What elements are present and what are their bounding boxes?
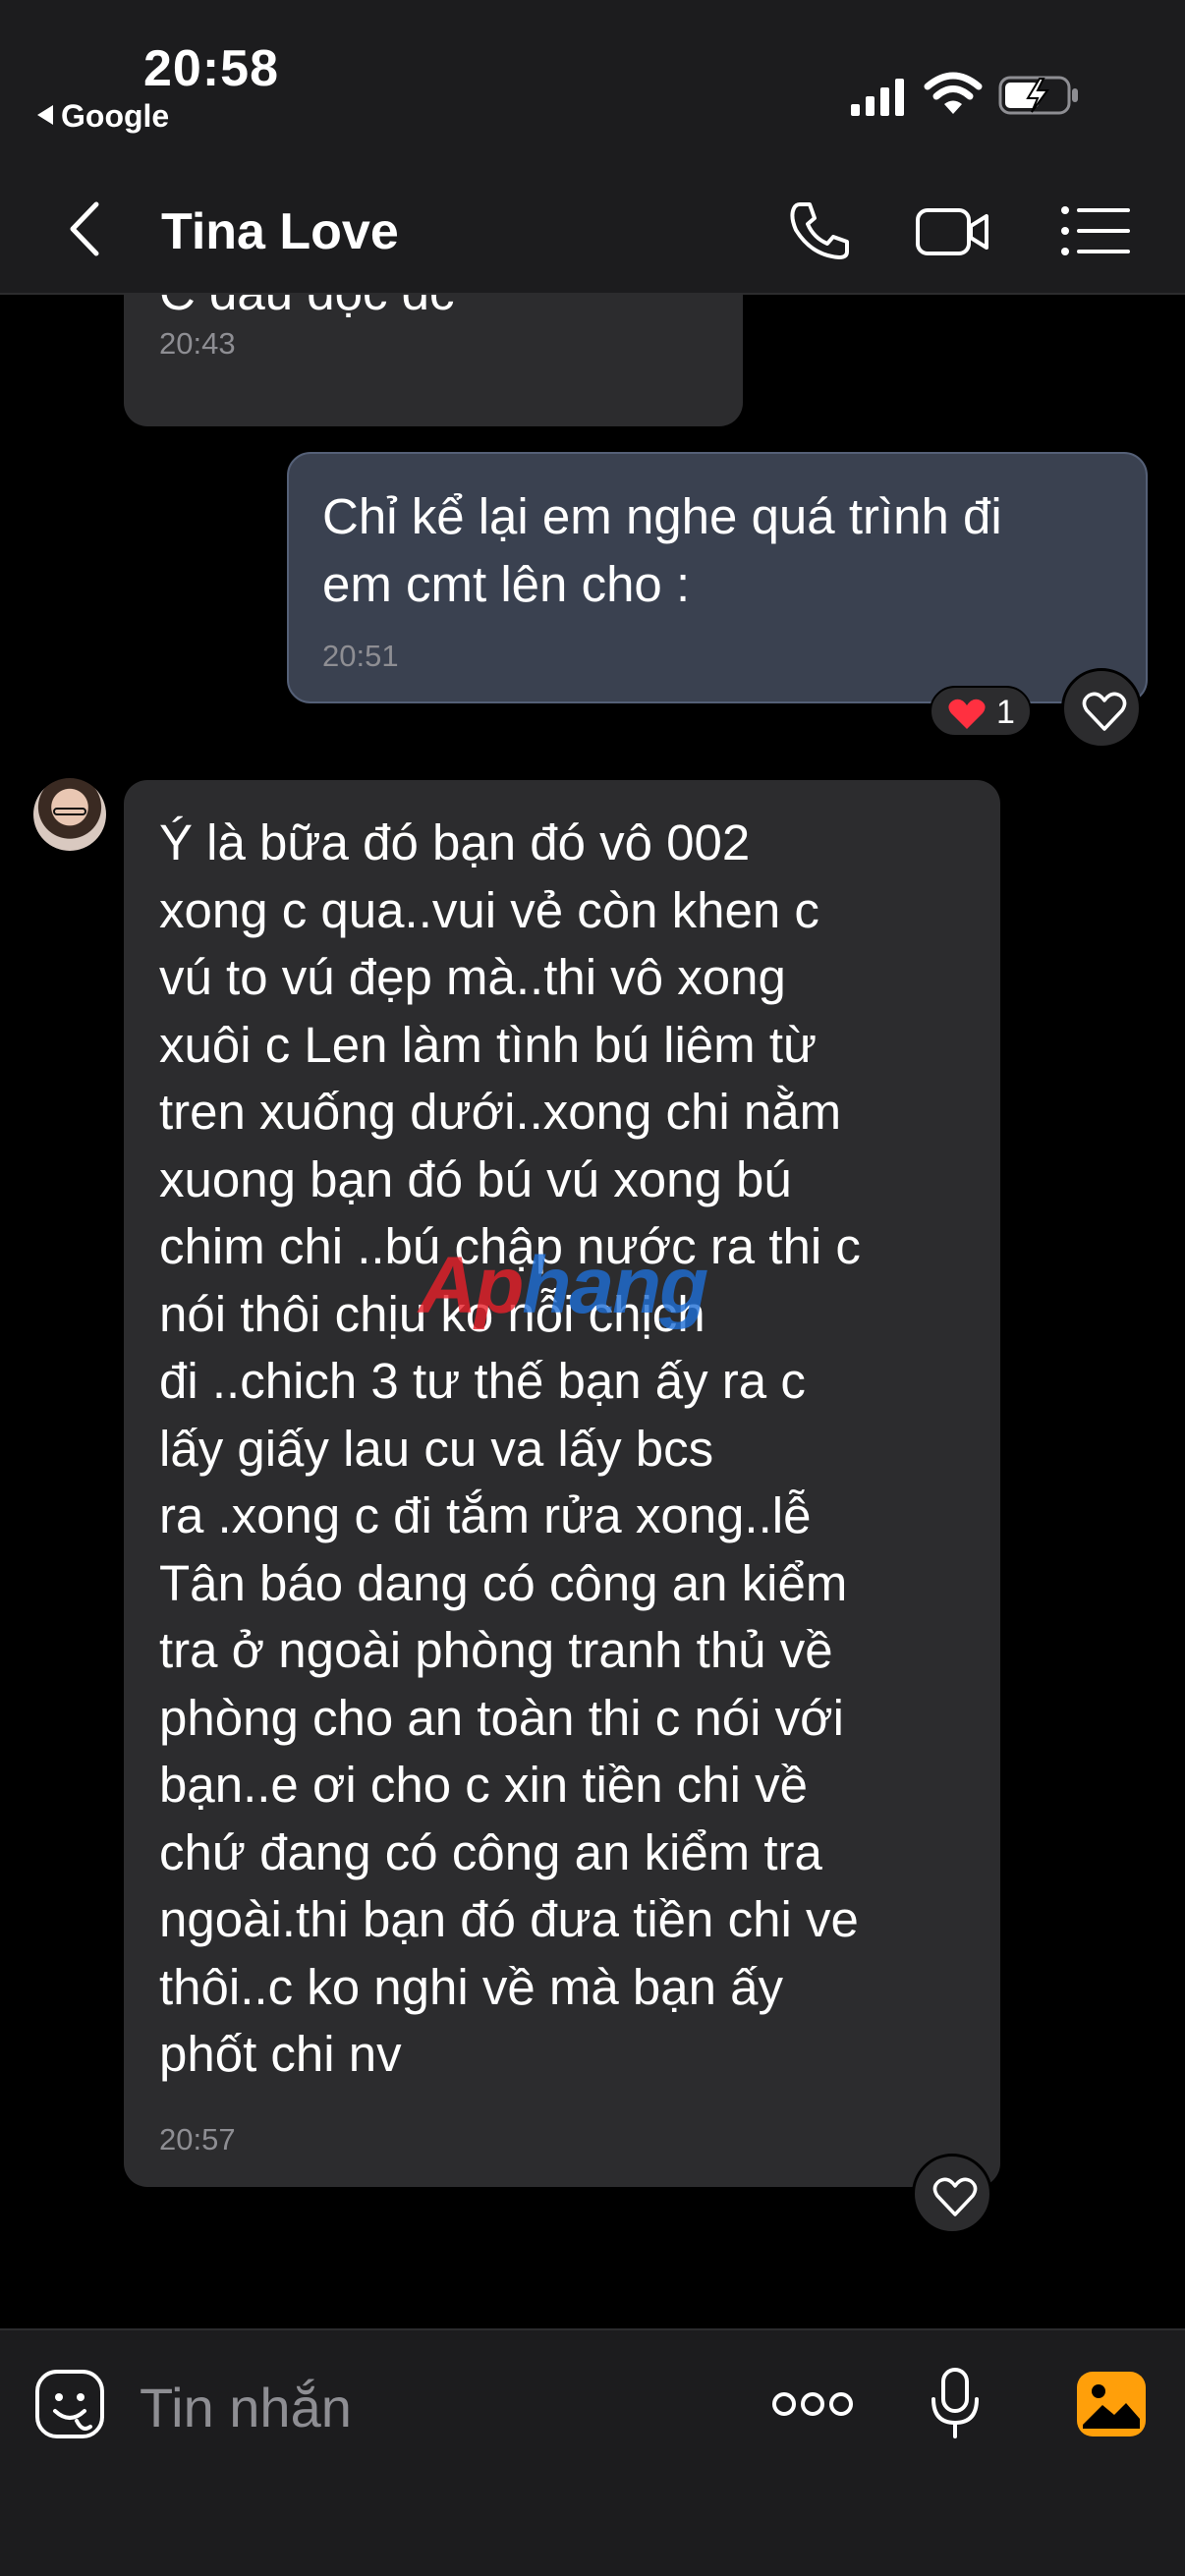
avatar-glasses <box>53 808 86 815</box>
reaction-count: 1 <box>996 694 1015 731</box>
message-time: 20:57 <box>159 2122 236 2156</box>
battery-charging-icon <box>998 76 1078 115</box>
watermark-logo: Aphang <box>419 1241 708 1330</box>
message-text: C dau dộc dc <box>159 295 455 327</box>
back-triangle-icon <box>37 105 53 125</box>
react-button[interactable] <box>1061 668 1142 749</box>
back-to-app-link[interactable]: Google <box>37 98 169 135</box>
message-list[interactable]: C dau dộc dc 20:43 Chỉ kể lại em nghe qu… <box>0 295 1185 2328</box>
heart-reaction-icon <box>948 699 986 729</box>
status-time: 20:58 <box>143 40 279 97</box>
contact-name[interactable]: Tina Love <box>161 202 399 261</box>
chat-header: Tina Love <box>0 167 1185 295</box>
composer-bar: Tin nhắn <box>0 2328 1185 2576</box>
back-app-label: Google <box>61 98 170 134</box>
message-time: 20:43 <box>159 326 236 361</box>
message-input[interactable]: Tin nhắn <box>140 2376 352 2439</box>
message-time: 20:51 <box>322 639 399 673</box>
video-call-icon[interactable] <box>914 196 992 265</box>
image-gallery-icon[interactable] <box>1075 2370 1148 2438</box>
sticker-icon[interactable] <box>33 2368 106 2440</box>
phone-call-icon[interactable] <box>782 196 861 265</box>
microphone-icon[interactable] <box>930 2366 981 2440</box>
message-text: Chỉ kể lại em nghe quá trình đi em cmt l… <box>322 488 1002 612</box>
contact-avatar[interactable] <box>33 778 106 851</box>
more-options-icon[interactable] <box>770 2378 855 2431</box>
message-text: Ý là bữa đó bạn đó vô 002 xong c qua..vu… <box>159 814 861 2082</box>
back-chevron-icon[interactable] <box>63 196 106 261</box>
reaction-badge[interactable]: 1 <box>930 686 1032 737</box>
incoming-message[interactable]: Ý là bữa đó bạn đó vô 002 xong c qua..vu… <box>124 780 1000 2187</box>
status-bar: 20:58 Google <box>0 0 1185 167</box>
incoming-message[interactable]: C dau dộc dc 20:43 <box>124 295 743 426</box>
wifi-icon <box>924 72 983 114</box>
heart-outline-icon <box>1082 692 1127 731</box>
outgoing-message[interactable]: Chỉ kể lại em nghe quá trình đi em cmt l… <box>287 452 1148 703</box>
heart-outline-icon <box>932 2177 978 2216</box>
cellular-signal-icon <box>851 79 904 116</box>
react-button[interactable] <box>912 2154 992 2234</box>
options-menu-icon[interactable] <box>1057 196 1136 265</box>
